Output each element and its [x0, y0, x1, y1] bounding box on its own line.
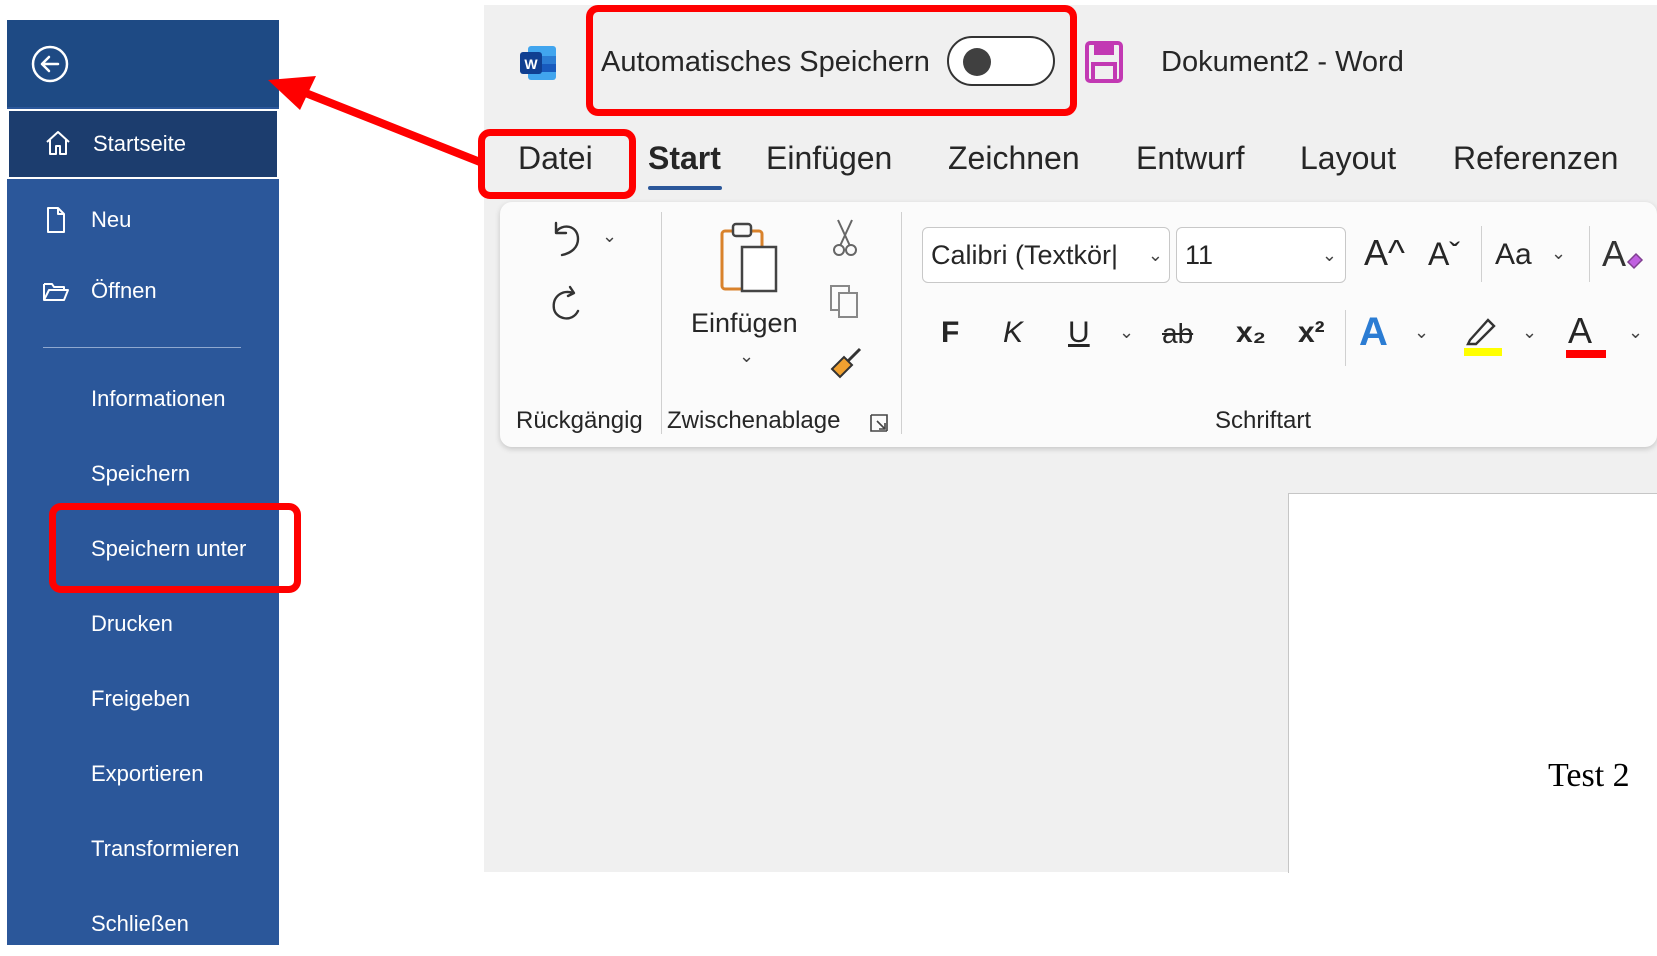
chevron-down-icon[interactable]: ⌄	[1119, 322, 1134, 343]
sidebar-item-label: Schließen	[91, 911, 189, 936]
sidebar-item-transformieren[interactable]: Transformieren	[7, 817, 279, 881]
tab-entwurf[interactable]: Entwurf	[1136, 140, 1244, 177]
tab-layout[interactable]: Layout	[1300, 140, 1396, 177]
font-color-button[interactable]: A	[1568, 310, 1592, 352]
text-effects-button[interactable]: A	[1359, 310, 1388, 355]
folder-open-icon	[43, 283, 69, 301]
cut-icon[interactable]	[830, 218, 860, 263]
strikethrough-button[interactable]: ab	[1162, 318, 1193, 350]
clipboard-group-label: Zwischenablage	[667, 407, 841, 434]
tab-zeichnen[interactable]: Zeichnen	[948, 140, 1080, 177]
sidebar-item-oeffnen[interactable]: Öffnen	[7, 259, 279, 323]
tab-start[interactable]: Start	[648, 140, 721, 177]
chevron-down-icon[interactable]: ⌄	[1551, 243, 1566, 264]
font-color-bar	[1566, 350, 1606, 358]
chevron-down-icon[interactable]: ⌄	[1414, 322, 1429, 343]
grow-font-button[interactable]: A^	[1364, 232, 1405, 274]
sidebar-item-label: Öffnen	[91, 278, 157, 303]
clear-formatting-icon[interactable]: A	[1600, 232, 1646, 283]
chevron-down-icon[interactable]: ⌄	[1628, 322, 1643, 343]
sidebar-item-freigeben[interactable]: Freigeben	[7, 667, 279, 731]
annotation-arrow-icon	[268, 76, 484, 166]
undo-dropdown-chevron-icon[interactable]: ⌄	[602, 226, 617, 247]
sidebar-item-exportieren[interactable]: Exportieren	[7, 742, 279, 806]
undo-group-label: Rückgängig	[516, 407, 643, 434]
sidebar-item-label: Freigeben	[91, 686, 191, 711]
annotation-box-datei	[478, 129, 636, 199]
format-painter-icon[interactable]	[826, 343, 866, 388]
arrow-left-circle-icon	[31, 45, 69, 83]
document-text[interactable]: Test 2	[1548, 757, 1630, 795]
sidebar-item-label: Neu	[91, 207, 132, 232]
new-document-icon	[47, 207, 65, 233]
sidebar-item-speichern[interactable]: Speichern	[7, 442, 279, 506]
tab-einfuegen[interactable]: Einfügen	[766, 140, 892, 177]
document-title: Dokument2 - Word	[1161, 46, 1404, 78]
back-button[interactable]	[30, 44, 70, 84]
underline-button[interactable]: U	[1068, 316, 1090, 350]
svg-text:W: W	[524, 56, 538, 72]
svg-text:A: A	[1602, 233, 1626, 274]
sidebar-item-startseite[interactable]: Startseite	[7, 109, 279, 179]
sidebar-item-label: Exportieren	[91, 761, 204, 786]
font-size-value: 11	[1185, 240, 1214, 270]
group-separator	[1345, 310, 1346, 366]
font-group-label: Schriftart	[1215, 407, 1312, 434]
change-case-button[interactable]: Aa	[1495, 238, 1532, 272]
paste-button-label[interactable]: Einfügen	[691, 308, 798, 339]
redo-button[interactable]	[544, 281, 588, 330]
group-separator	[1589, 226, 1590, 282]
word-logo-icon: W	[518, 42, 560, 84]
sidebar-item-label: Drucken	[91, 611, 173, 636]
font-name-select[interactable]: Calibri (Textkör| ⌄	[922, 227, 1170, 283]
italic-button[interactable]: K	[1003, 316, 1023, 350]
tab-referenzen[interactable]: Referenzen	[1453, 140, 1618, 177]
sidebar-item-label: Transformieren	[91, 836, 240, 861]
undo-icon	[554, 221, 580, 257]
sidebar-item-informationen[interactable]: Informationen	[7, 367, 279, 431]
group-separator	[1481, 226, 1482, 282]
bold-button[interactable]: F	[941, 316, 959, 350]
font-name-value: Calibri (Textkör|	[931, 240, 1119, 270]
home-icon	[46, 131, 70, 155]
annotation-box-autosave	[586, 5, 1077, 116]
document-page[interactable]	[1288, 493, 1657, 873]
chevron-down-icon: ⌄	[1321, 245, 1337, 265]
annotation-box-speichern-unter	[49, 503, 301, 593]
sidebar-item-neu[interactable]: Neu	[7, 188, 279, 252]
clipboard-dialog-launcher-icon[interactable]	[869, 413, 889, 433]
redo-icon	[552, 285, 580, 320]
sidebar-item-label: Informationen	[91, 386, 226, 411]
sidebar-item-label: Speichern	[91, 461, 191, 486]
superscript-button[interactable]: x²	[1298, 316, 1325, 350]
copy-icon[interactable]	[828, 283, 862, 326]
group-separator	[661, 212, 662, 434]
chevron-down-icon: ⌄	[1147, 245, 1163, 265]
sidebar-item-drucken[interactable]: Drucken	[7, 592, 279, 656]
save-icon[interactable]	[1084, 40, 1124, 84]
shrink-font-button[interactable]: Aˇ	[1428, 236, 1460, 273]
undo-button[interactable]	[544, 215, 588, 264]
font-size-select[interactable]: 11 ⌄	[1176, 227, 1346, 283]
sidebar-item-label: Startseite	[93, 131, 186, 156]
highlight-color-icon[interactable]	[1460, 312, 1504, 361]
paste-dropdown-chevron-icon[interactable]: ⌄	[739, 346, 754, 367]
tab-start-underline	[648, 186, 722, 190]
subscript-button[interactable]: x₂	[1236, 316, 1266, 350]
chevron-down-icon[interactable]: ⌄	[1522, 322, 1537, 343]
sidebar-divider	[43, 347, 241, 348]
paste-icon[interactable]	[716, 217, 782, 300]
sidebar-item-schliessen[interactable]: Schließen	[7, 892, 279, 956]
group-separator	[901, 212, 902, 434]
